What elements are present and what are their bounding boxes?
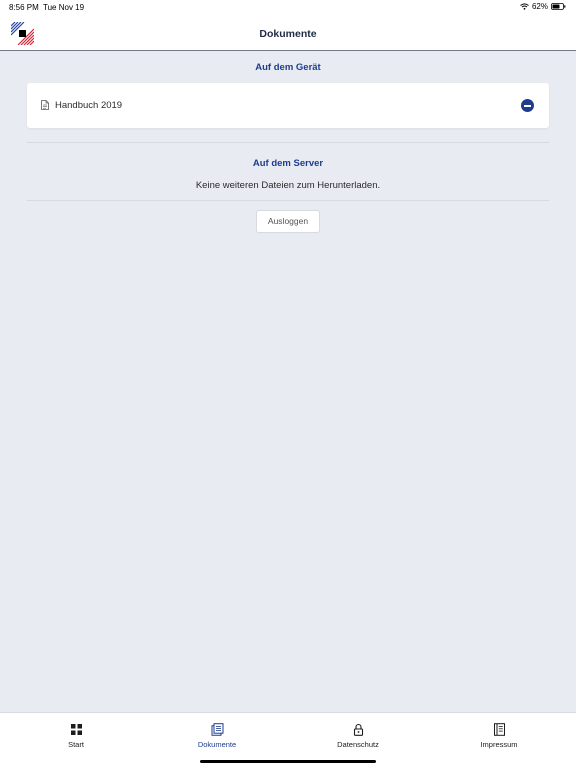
page-title: Dokumente — [259, 28, 317, 40]
document-card[interactable]: Handbuch 2019 — [27, 83, 549, 128]
grid-icon — [70, 724, 82, 735]
status-indicators: 62% — [520, 2, 566, 11]
book-icon — [493, 723, 505, 736]
lock-icon — [353, 723, 363, 736]
tab-impressum[interactable]: Impressum — [459, 723, 539, 749]
status-time: 8:56 PM — [9, 3, 39, 12]
tab-label: Dokumente — [197, 740, 237, 749]
server-empty-text: Keine weiteren Dateien zum Herunterladen… — [195, 180, 381, 191]
device-section-title: Auf dem Gerät — [255, 62, 321, 73]
divider — [27, 142, 549, 143]
status-date: Tue Nov 19 — [43, 3, 85, 12]
home-indicator[interactable] — [200, 760, 376, 763]
battery-percent: 62% — [531, 2, 548, 11]
battery-icon — [551, 3, 566, 10]
tab-start[interactable]: Start — [36, 723, 116, 749]
tab-label: Impressum — [480, 740, 518, 749]
tab-dokumente[interactable]: Dokumente — [177, 723, 257, 749]
wifi-icon — [520, 3, 529, 10]
tab-datenschutz[interactable]: Datenschutz — [318, 723, 398, 749]
logout-button[interactable]: Ausloggen — [256, 210, 320, 233]
divider — [27, 200, 549, 201]
tab-label: Start — [68, 740, 84, 749]
remove-icon[interactable] — [521, 99, 534, 112]
tab-label: Datenschutz — [337, 740, 379, 749]
documents-icon — [211, 723, 223, 736]
server-section-title: Auf dem Server — [252, 158, 324, 169]
document-label: Handbuch 2019 — [55, 100, 123, 111]
document-icon — [41, 100, 49, 110]
app-header: Dokumente — [0, 14, 576, 51]
status-bar: 8:56 PM Tue Nov 19 62% — [0, 0, 576, 14]
